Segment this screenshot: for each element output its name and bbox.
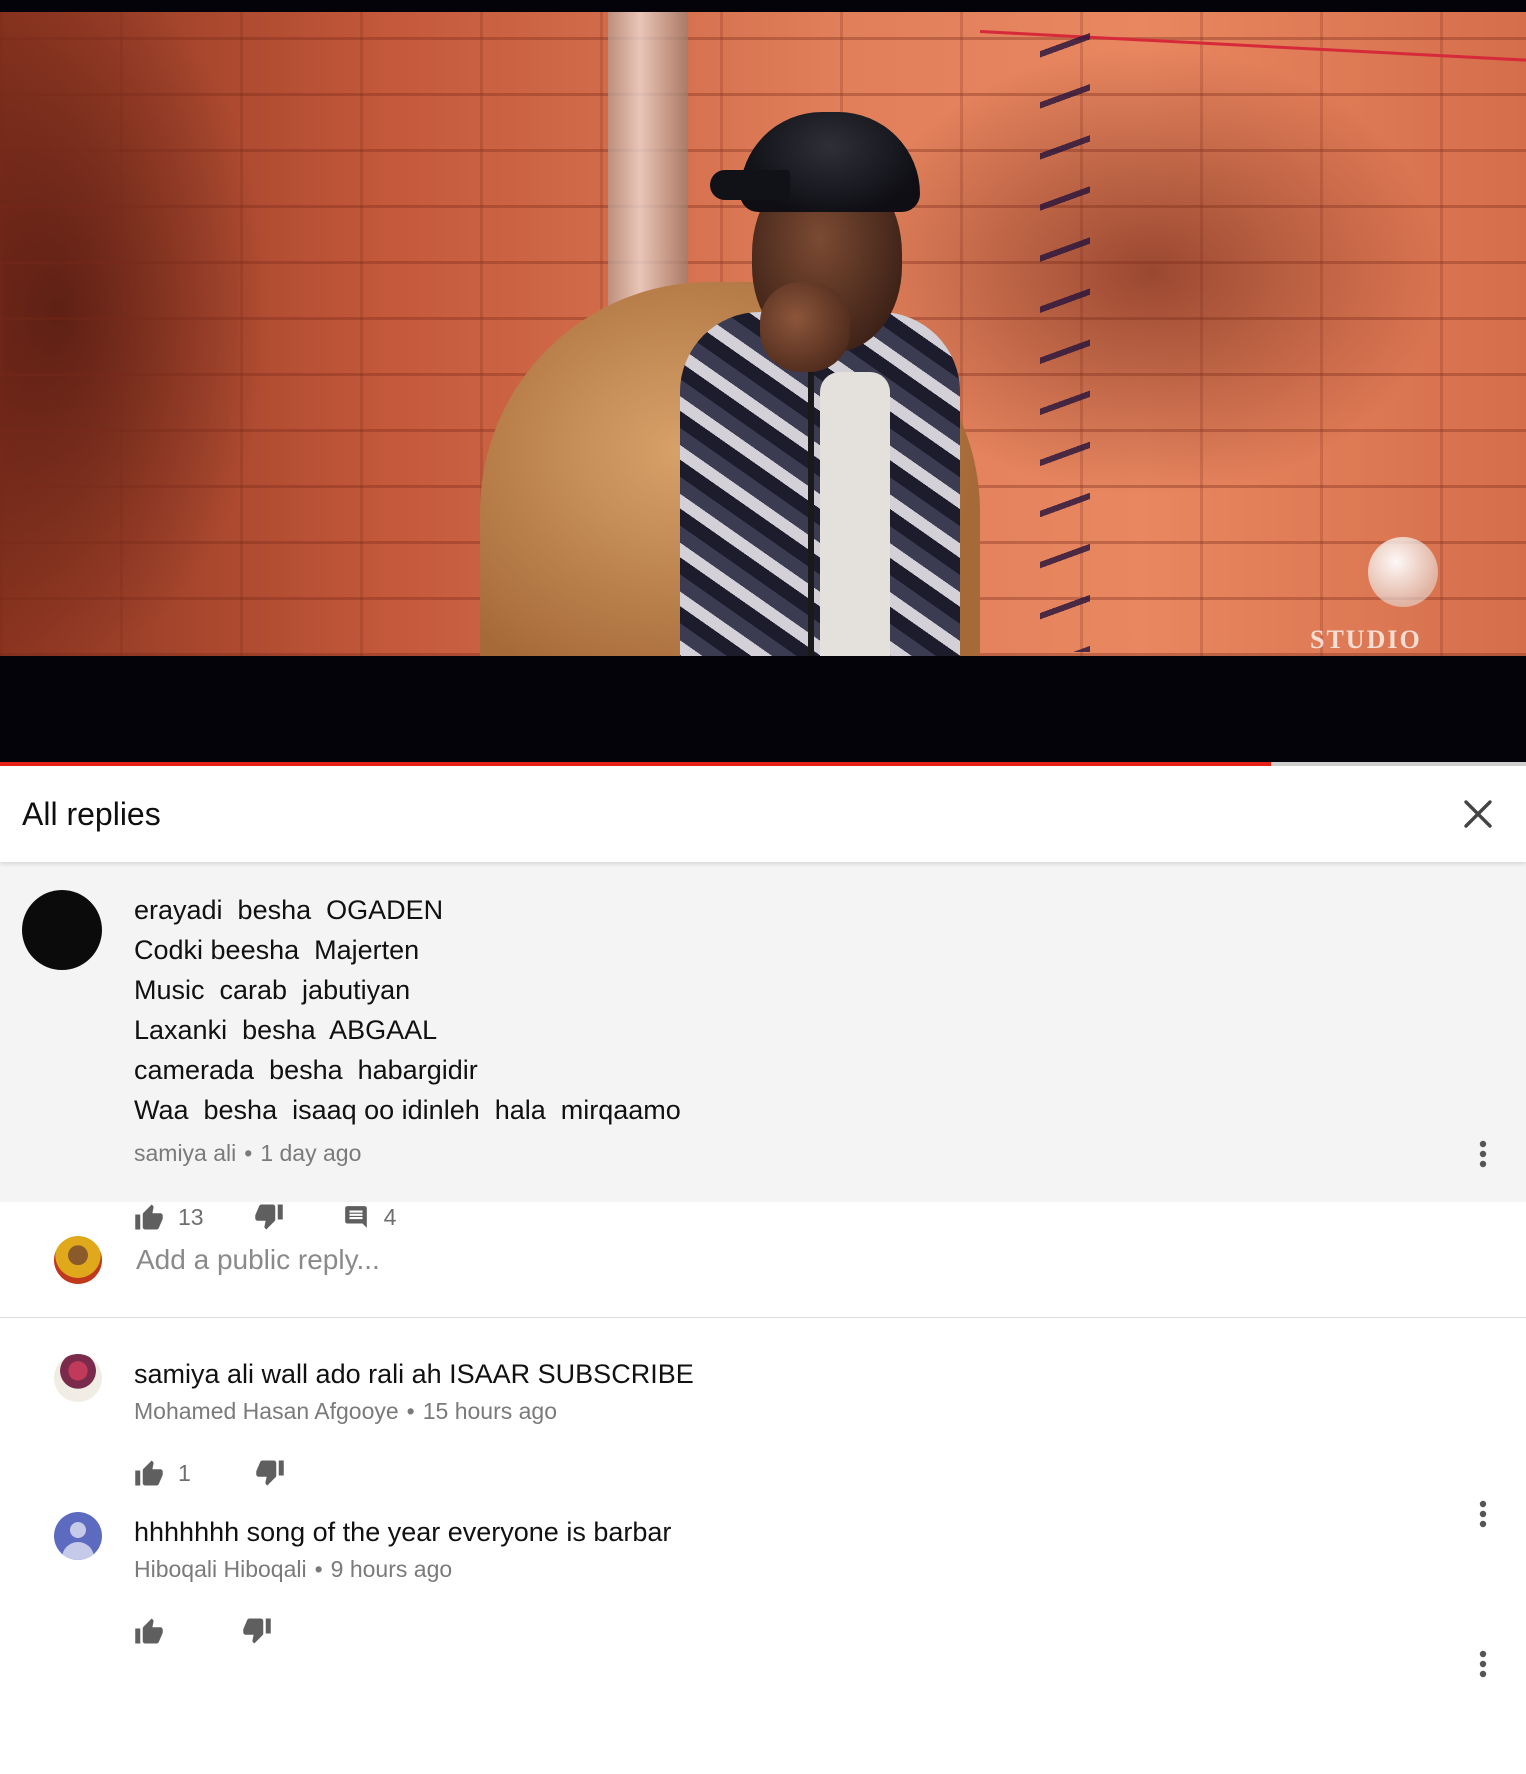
- reply-input[interactable]: [134, 1242, 1038, 1277]
- hanging-ribbon: [1040, 32, 1090, 652]
- comment-actions: 13 4: [134, 1197, 1504, 1237]
- reply-text: hhhhhhh song of the year everyone is bar…: [134, 1517, 672, 1547]
- more-vert-icon: [1479, 1650, 1487, 1678]
- like-button[interactable]: [134, 1617, 178, 1645]
- more-options-button[interactable]: [1468, 1134, 1498, 1174]
- comment-author[interactable]: samiya ali: [134, 1140, 236, 1166]
- current-user-avatar: [54, 1235, 102, 1284]
- reply-text: samiya ali wall ado rali ah ISAAR SUBSCR…: [134, 1359, 694, 1389]
- reply-meta: Mohamed Hasan Afgooye • 15 hours ago: [134, 1398, 1504, 1425]
- reply-meta: Hiboqali Hiboqali • 9 hours ago: [134, 1556, 1504, 1583]
- replies-header: All replies: [0, 766, 1526, 862]
- reply-time[interactable]: 9 hours ago: [331, 1556, 452, 1582]
- thumbs-up-icon: [135, 1204, 163, 1230]
- like-count: 13: [178, 1203, 204, 1230]
- comment-body: erayadi besha OGADEN Codki beesha Majert…: [134, 890, 1504, 1230]
- watermark-text: STUDIO LIIBAAN: [1310, 625, 1433, 656]
- like-button[interactable]: 13: [134, 1203, 204, 1231]
- dislike-button[interactable]: [254, 1203, 284, 1231]
- reply-author[interactable]: Mohamed Hasan Afgooye: [134, 1398, 399, 1424]
- reply-item: hhhhhhh song of the year everyone is bar…: [0, 1512, 1526, 1682]
- parent-comment: erayadi besha OGADEN Codki beesha Majert…: [0, 862, 1526, 1230]
- thumbs-up-icon: [135, 1460, 163, 1486]
- close-icon: [1464, 800, 1492, 828]
- comment-text-line: Laxanki besha ABGAAL: [134, 1015, 438, 1045]
- replies-title: All replies: [22, 795, 161, 832]
- thumbs-down-icon: [254, 1204, 283, 1230]
- reply-time[interactable]: 15 hours ago: [423, 1398, 557, 1424]
- separator-dot: •: [406, 1398, 415, 1424]
- reply-body: samiya ali wall ado rali ah ISAAR SUBSCR…: [134, 1354, 1504, 1512]
- watermark-mic-icon: [1368, 537, 1438, 607]
- channel-watermark: STUDIO LIIBAAN: [1310, 537, 1526, 656]
- more-vert-icon: [1479, 1140, 1487, 1168]
- reply-count: 4: [383, 1203, 397, 1230]
- like-button[interactable]: 1: [134, 1459, 191, 1487]
- reply-actions: [134, 1611, 1504, 1651]
- comment-icon: [344, 1206, 367, 1228]
- comment-text-line: Music carab jabutiyan: [134, 975, 411, 1005]
- reply-body: hhhhhhh song of the year everyone is bar…: [134, 1512, 1504, 1682]
- microphone-stand: [808, 332, 814, 656]
- comment-meta: samiya ali • 1 day ago: [134, 1140, 1504, 1167]
- avatar[interactable]: [22, 890, 102, 970]
- comment-text-line: Codki beesha Majerten: [134, 935, 420, 965]
- like-count: 1: [178, 1459, 191, 1486]
- thumbs-down-icon: [243, 1618, 271, 1644]
- avatar[interactable]: [54, 1512, 102, 1560]
- comment-time[interactable]: 1 day ago: [260, 1140, 361, 1166]
- separator-dot: •: [244, 1140, 253, 1166]
- avatar[interactable]: [54, 1354, 102, 1402]
- reply-count-button[interactable]: 4: [342, 1203, 397, 1231]
- thumbs-down-icon: [256, 1460, 284, 1486]
- performer-hand-microphone: [760, 282, 850, 372]
- reply-item: samiya ali wall ado rali ah ISAAR SUBSCR…: [0, 1318, 1526, 1528]
- reply-author[interactable]: Hiboqali Hiboqali: [134, 1556, 307, 1582]
- dislike-button[interactable]: [255, 1459, 285, 1487]
- separator-dot: •: [314, 1556, 323, 1582]
- thumbs-up-icon: [135, 1618, 163, 1644]
- comment-text-line: Waa besha isaaq oo idinleh hala mirqaamo: [134, 1095, 681, 1125]
- reply-actions: 1: [134, 1453, 1504, 1493]
- comment-text-line: erayadi besha OGADEN: [134, 895, 444, 925]
- video-player[interactable]: STUDIO LIIBAAN: [0, 0, 1526, 766]
- more-options-button[interactable]: [1468, 1644, 1498, 1684]
- video-frame[interactable]: STUDIO LIIBAAN: [0, 12, 1526, 656]
- dislike-button[interactable]: [242, 1617, 272, 1645]
- performer-shirt: [820, 372, 890, 656]
- close-button[interactable]: [1452, 788, 1504, 840]
- comment-text-line: camerada besha habargidir: [134, 1055, 478, 1085]
